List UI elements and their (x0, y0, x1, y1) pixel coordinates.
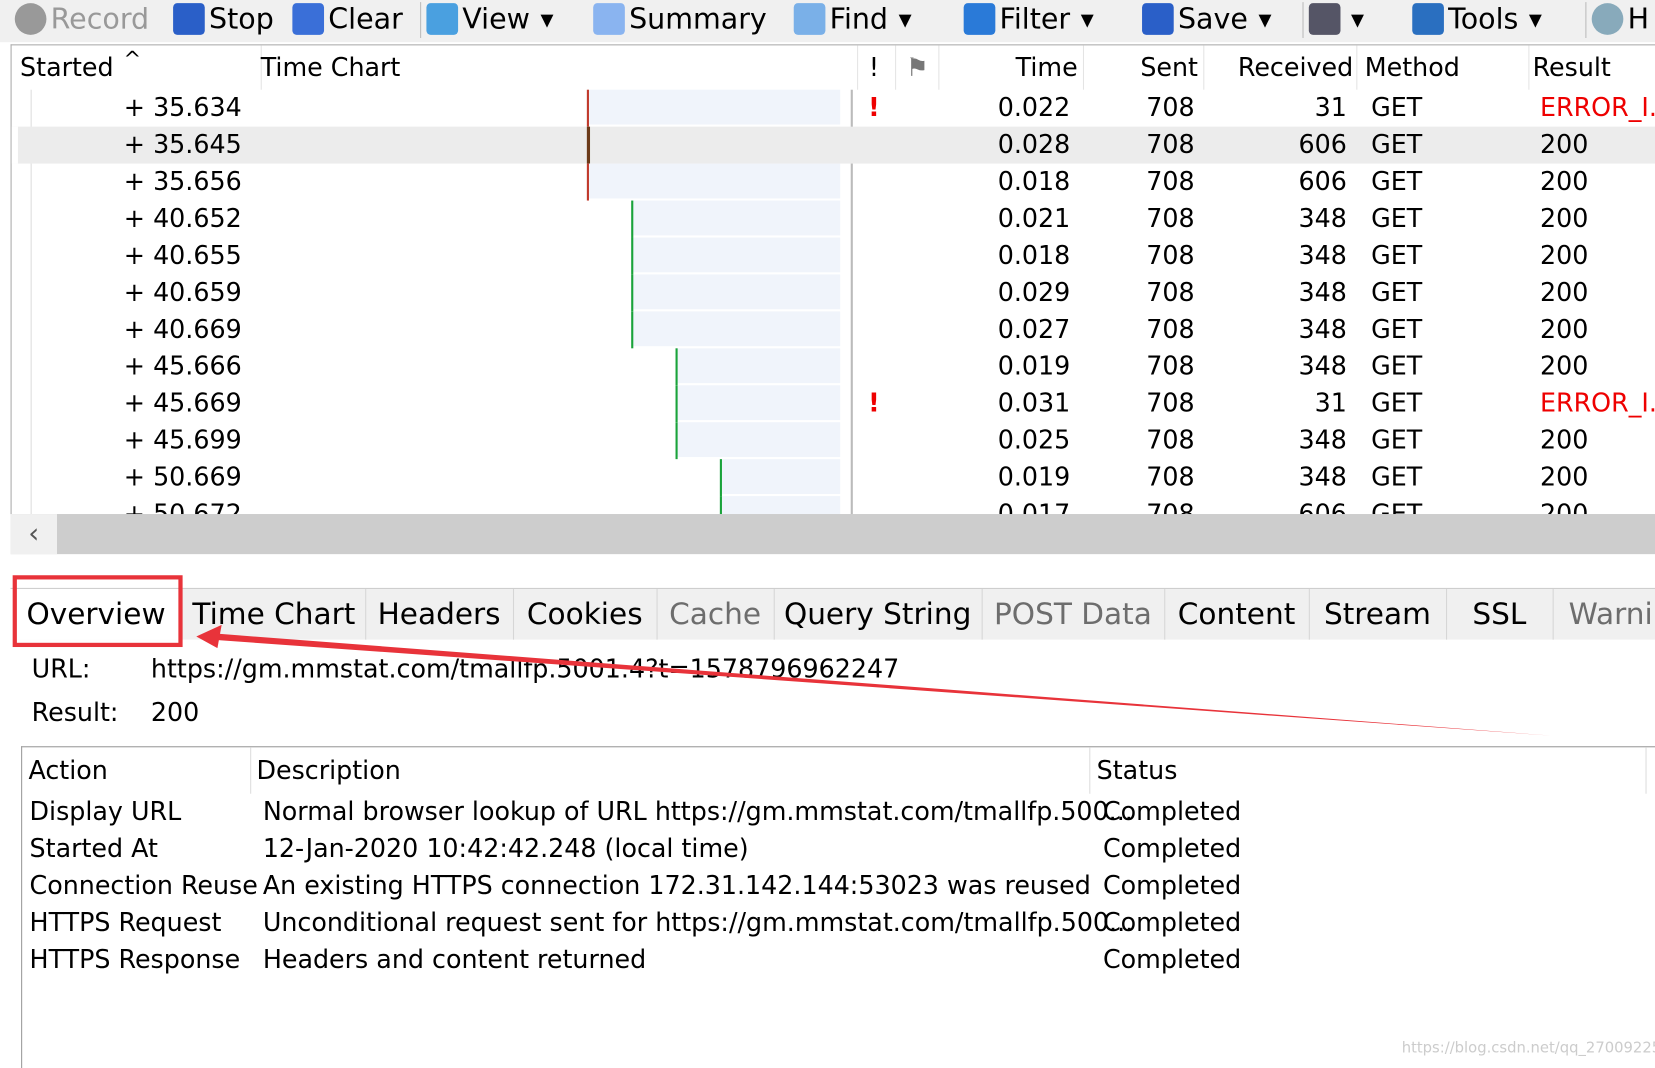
annotation-arrow-head (196, 624, 222, 649)
annotation-overlay (12, 575, 1552, 736)
annotation-arrow-line (211, 633, 1552, 736)
highlight-box (12, 575, 183, 648)
